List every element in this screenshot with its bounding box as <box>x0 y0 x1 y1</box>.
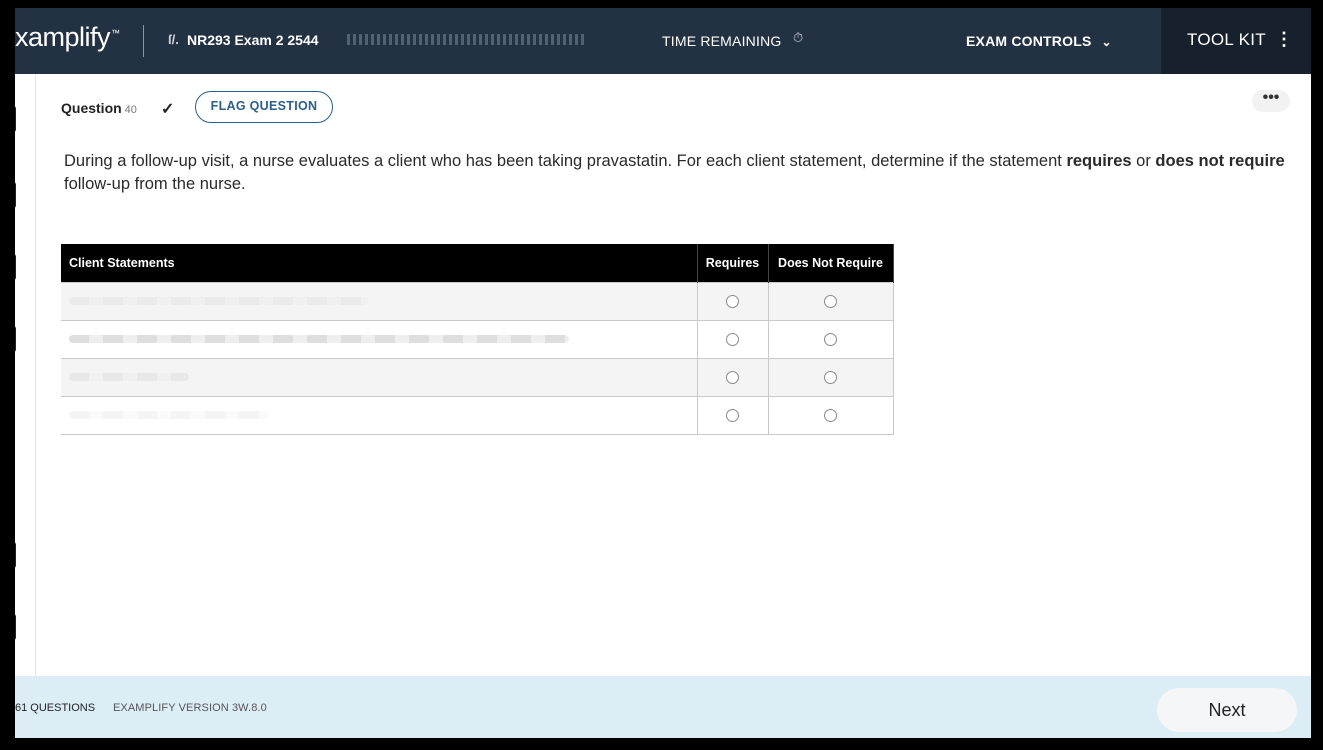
app-version: EXAMPLIFY VERSION 3W.8.0 <box>113 702 267 714</box>
does-not-require-radio[interactable] <box>824 333 837 347</box>
more-options-button[interactable]: ••• <box>1252 90 1290 112</box>
question-count: 61 QUESTIONS <box>15 702 96 714</box>
question-stem: During a follow-up visit, a nurse evalua… <box>64 152 1285 193</box>
exam-window: xamplify™ ſ/. NR293 Exam 2 2544 TIME REM… <box>15 8 1311 738</box>
table-row <box>61 357 894 397</box>
column-header-statements: Client Statements <box>61 244 698 282</box>
edge-marker <box>15 254 16 280</box>
exam-controls-menu[interactable]: EXAM CONTROLS ⌄ <box>966 33 1112 49</box>
requires-cell <box>696 357 769 397</box>
footer-bar: 61 QUESTIONS EXAMPLIFY VERSION 3W.8.0 Ne… <box>15 676 1311 738</box>
does-not-require-cell <box>767 281 894 321</box>
question-number: 40 <box>124 104 137 116</box>
time-remaining-label: TIME REMAINING <box>662 33 782 49</box>
requires-cell <box>696 395 769 435</box>
header-divider <box>143 25 144 57</box>
requires-cell <box>696 319 769 359</box>
stopwatch-icon: ⏱ <box>793 30 804 45</box>
does-not-require-radio[interactable] <box>824 295 837 309</box>
flag-question-button[interactable]: FLAG QUESTION <box>195 91 333 123</box>
left-margin <box>15 74 36 676</box>
grid-header-row: Client Statements Requires Does Not Requ… <box>61 244 894 282</box>
table-row <box>61 395 894 435</box>
exam-icon: ſ/. <box>168 32 179 47</box>
does-not-require-cell <box>767 395 894 435</box>
exam-controls-label: EXAM CONTROLS <box>966 33 1092 49</box>
client-statement <box>61 281 698 321</box>
table-row <box>61 319 894 359</box>
requires-radio[interactable] <box>726 371 739 385</box>
edge-marker <box>15 326 16 352</box>
examplify-logo: xamplify™ <box>15 22 120 52</box>
edge-marker <box>15 182 16 208</box>
top-bar: xamplify™ ſ/. NR293 Exam 2 2544 TIME REM… <box>15 8 1311 74</box>
edge-marker <box>15 614 16 640</box>
redacted-exam-subtitle <box>347 34 587 45</box>
next-button[interactable]: Next <box>1157 688 1297 732</box>
requires-radio[interactable] <box>726 295 739 309</box>
does-not-require-cell <box>767 357 894 397</box>
does-not-require-cell <box>767 319 894 359</box>
matrix-grid: Client Statements Requires Does Not Requ… <box>61 244 894 435</box>
requires-radio[interactable] <box>726 409 739 423</box>
client-statement <box>61 395 698 435</box>
requires-radio[interactable] <box>726 333 739 347</box>
question-label: Question 40 <box>61 100 137 116</box>
column-header-requires: Requires <box>697 244 769 282</box>
edge-marker <box>15 542 16 568</box>
question-nav-chevron-icon[interactable]: ✓ <box>161 99 174 119</box>
client-statement <box>61 319 698 359</box>
edge-marker <box>15 106 16 132</box>
chevron-down-icon: ⌄ <box>1101 35 1112 49</box>
does-not-require-radio[interactable] <box>824 409 837 423</box>
table-row <box>61 281 894 321</box>
tool-kit-button[interactable]: TOOL KIT ⋮ <box>1161 8 1311 74</box>
tool-kit-label: TOOL KIT <box>1187 30 1266 49</box>
exam-title: NR293 Exam 2 2544 <box>187 32 319 48</box>
requires-cell <box>696 281 769 321</box>
kebab-menu-icon: ⋮ <box>1275 29 1293 49</box>
column-header-does-not-require: Does Not Require <box>768 244 894 282</box>
does-not-require-radio[interactable] <box>824 371 837 385</box>
client-statement <box>61 357 698 397</box>
